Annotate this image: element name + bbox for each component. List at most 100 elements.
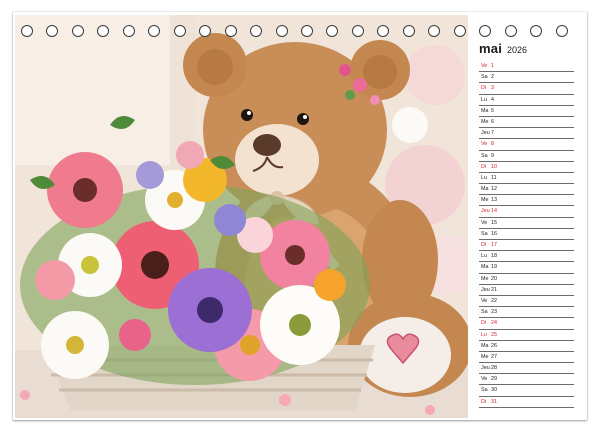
day-name: Jeu <box>481 208 490 215</box>
binding-hole <box>402 25 415 37</box>
day-number: 15 <box>491 219 497 226</box>
day-name: Lu <box>481 96 487 103</box>
binding-hole <box>504 25 517 37</box>
day-row: Jeu 21 <box>479 285 574 296</box>
day-name: Ma <box>481 186 489 193</box>
day-number: 16 <box>491 230 497 237</box>
day-number: 30 <box>491 387 497 394</box>
day-row: Di 24 <box>479 318 574 330</box>
day-number: 8 <box>491 141 494 148</box>
day-number: 2 <box>491 74 494 81</box>
day-number: 17 <box>491 242 497 248</box>
day-row: Ma 19 <box>479 262 574 274</box>
day-row: Me 13 <box>479 195 574 207</box>
day-row: Ma 5 <box>479 106 574 117</box>
day-number: 22 <box>491 297 497 304</box>
day-name: Me <box>481 197 489 204</box>
day-row: Me 27 <box>479 352 574 364</box>
day-row: Jeu 14 <box>479 206 574 218</box>
day-row: Sa 9 <box>479 151 574 162</box>
day-number: 7 <box>491 130 494 137</box>
day-name: Ve <box>481 219 488 226</box>
binding-hole <box>21 25 33 37</box>
day-row: Me 20 <box>479 274 574 285</box>
binding-hole <box>377 25 390 37</box>
day-name: Sa <box>481 309 488 316</box>
binding-hole <box>530 25 543 37</box>
binding-hole <box>453 25 466 37</box>
day-row: Me 6 <box>479 117 574 129</box>
day-number: 27 <box>491 353 497 360</box>
day-number: 23 <box>491 309 497 316</box>
day-name: Sa <box>481 387 488 394</box>
day-number: 28 <box>491 365 497 372</box>
day-number: 24 <box>491 320 497 327</box>
day-name: Ve <box>481 63 488 69</box>
day-row: Sa 2 <box>479 72 574 84</box>
binding-hole <box>555 25 568 37</box>
day-row: Ve 29 <box>479 374 574 386</box>
day-name: Ma <box>481 264 489 271</box>
day-row: Sa 23 <box>479 307 574 319</box>
binding-hole <box>46 25 59 37</box>
day-name: Sa <box>481 152 488 159</box>
binding-hole <box>428 25 441 37</box>
day-number: 12 <box>491 186 497 193</box>
day-name: Jeu <box>481 286 490 293</box>
day-name: Di <box>481 85 487 92</box>
day-number: 4 <box>491 96 494 103</box>
day-number: 21 <box>491 286 497 293</box>
binding-hole <box>479 25 492 37</box>
day-row: Ve 15 <box>479 218 574 229</box>
day-row: Lu 25 <box>479 330 574 341</box>
day-name: Ve <box>481 141 488 148</box>
day-number: 13 <box>491 197 497 204</box>
day-name: Jeu <box>481 130 490 137</box>
binding-hole <box>97 25 110 37</box>
day-name: Ma <box>481 342 489 349</box>
day-name: Lu <box>481 331 487 338</box>
day-name: Me <box>481 118 489 125</box>
day-name: Me <box>481 353 489 360</box>
day-row: Di 10 <box>479 162 574 173</box>
day-row: Sa 30 <box>479 385 574 397</box>
binding-hole <box>275 25 288 37</box>
day-number: 6 <box>491 118 494 125</box>
day-number: 14 <box>491 208 497 215</box>
day-row: Di 31 <box>479 397 574 408</box>
day-row: Lu 11 <box>479 173 574 185</box>
day-name: Sa <box>481 230 488 237</box>
day-name: Di <box>481 398 487 405</box>
spiral-binding <box>20 25 580 39</box>
day-number: 25 <box>491 331 497 338</box>
binding-hole <box>71 25 84 37</box>
day-number: 1 <box>491 63 494 69</box>
day-number: 11 <box>491 174 497 181</box>
day-number: 18 <box>491 253 497 260</box>
day-list: Ve 1 Sa 2 Di 3 Lu 4 Ma 5 Me 6 Jeu 7 Ve 8 Sa 9 Di 10 Lu 11 Ma 12… <box>479 61 574 408</box>
day-number: 20 <box>491 275 497 282</box>
day-row: Lu 18 <box>479 251 574 263</box>
binding-hole <box>351 25 364 37</box>
day-name: Ve <box>481 297 488 304</box>
binding-hole <box>224 25 237 37</box>
day-number: 29 <box>491 376 497 383</box>
day-name: Jeu <box>481 365 490 372</box>
day-name: Ma <box>481 107 489 114</box>
day-row: Di 17 <box>479 240 574 252</box>
month-name: mai <box>479 41 503 56</box>
day-name: Sa <box>481 74 488 81</box>
day-row: Di 3 <box>479 83 574 95</box>
day-number: 3 <box>491 85 494 92</box>
binding-hole <box>250 25 263 37</box>
day-number: 31 <box>491 398 497 405</box>
day-number: 9 <box>491 152 494 159</box>
month-header: mai 2026 <box>479 41 527 57</box>
binding-hole <box>199 25 212 37</box>
day-number: 19 <box>491 264 497 271</box>
binding-hole <box>301 25 313 37</box>
binding-hole <box>148 25 161 37</box>
day-name: Me <box>481 275 489 282</box>
day-row: Ve 22 <box>479 296 574 308</box>
day-row: Ma 12 <box>479 184 574 196</box>
